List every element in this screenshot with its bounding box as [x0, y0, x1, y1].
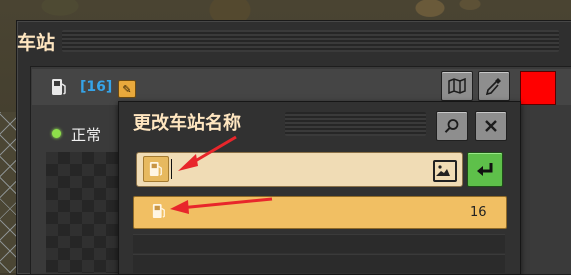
- close-icon: [485, 120, 497, 132]
- fuel-icon: [152, 204, 165, 218]
- search-button[interactable]: [436, 111, 468, 141]
- window-title: 车站: [17, 32, 56, 54]
- dialog-title: 更改车站名称: [133, 113, 241, 134]
- list-item: [133, 234, 505, 253]
- confirm-button[interactable]: [467, 152, 503, 187]
- rename-button[interactable]: ✎: [118, 80, 136, 98]
- enter-icon: [477, 162, 493, 176]
- search-icon: [444, 119, 459, 133]
- rich-text-icon-slot[interactable]: [143, 156, 169, 182]
- image-picker-button[interactable]: [433, 160, 457, 182]
- status-indicator-dot: [52, 129, 61, 138]
- map-button[interactable]: [441, 71, 473, 101]
- eyedropper-icon: [485, 78, 501, 96]
- station-preview: [46, 152, 118, 273]
- close-button[interactable]: [475, 111, 507, 141]
- list-item: [133, 254, 505, 273]
- fuel-icon: [52, 79, 66, 95]
- station-color-button[interactable]: [520, 71, 556, 105]
- list-item[interactable]: [133, 196, 507, 229]
- station-name-input[interactable]: [171, 157, 421, 181]
- window-drag-handle[interactable]: [62, 30, 559, 52]
- image-icon: [436, 165, 450, 176]
- result-count: 16: [470, 205, 487, 220]
- pencil-icon: ✎: [122, 82, 132, 96]
- text-caret: [171, 159, 172, 179]
- station-id-label: [16]: [80, 79, 113, 95]
- result-icon: [147, 199, 171, 223]
- status-label: 正常: [71, 126, 102, 144]
- eyedropper-button[interactable]: [478, 71, 510, 101]
- fuel-icon: [149, 162, 162, 176]
- dialog-drag-handle[interactable]: [285, 112, 426, 136]
- map-icon: [448, 78, 466, 94]
